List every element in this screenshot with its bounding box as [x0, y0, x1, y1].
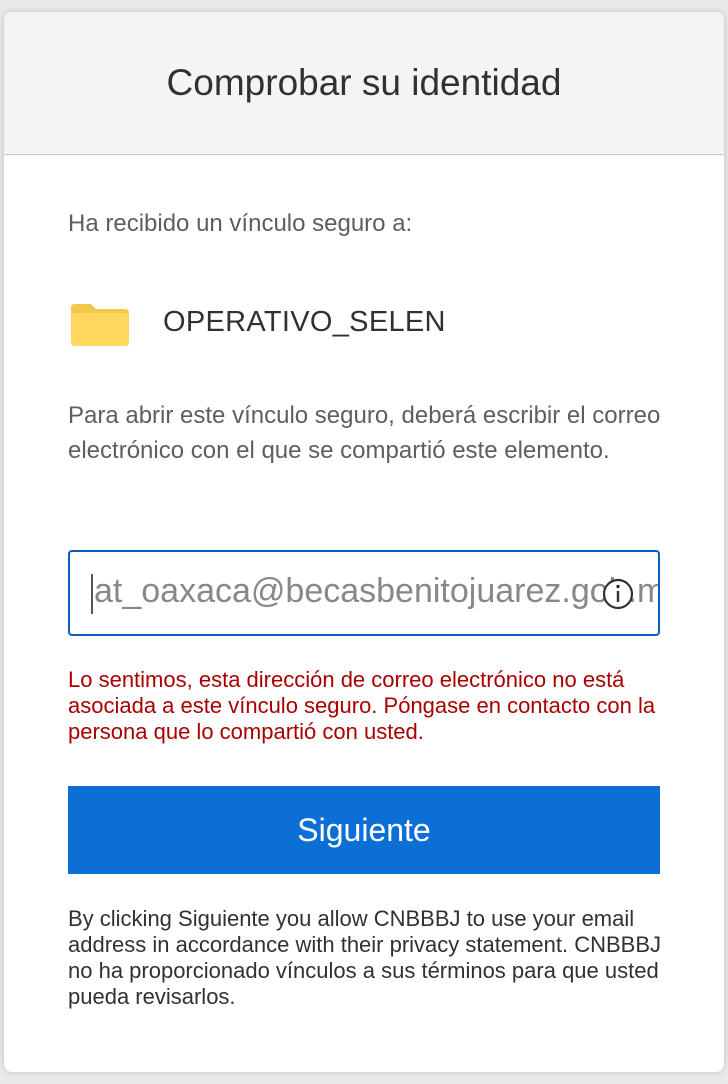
dialog-title: Comprobar su identidad	[166, 62, 562, 103]
email-field[interactable]: at_oaxaca@becasbenitojuarez.gob.mx	[68, 550, 660, 636]
instructions-text: Para abrir este vínculo seguro, deberá e…	[68, 402, 661, 464]
verify-identity-dialog: Comprobar su identidad Ha recibido un ví…	[4, 12, 724, 1072]
error-message: Lo sentimos, esta dirección de correo el…	[68, 667, 656, 744]
dialog-header: Comprobar su identidad	[4, 12, 724, 155]
next-button[interactable]: Siguiente	[68, 786, 660, 874]
privacy-statement-text: By clicking Siguiente you allow CNBBBJ t…	[68, 906, 662, 1009]
shared-item: OPERATIVO_SELEN	[68, 300, 668, 350]
email-value[interactable]: at_oaxaca@becasbenitojuarez.gob.mx	[94, 572, 658, 611]
folder-icon	[71, 304, 129, 346]
intro-text: Ha recibido un vínculo seguro a:	[68, 210, 413, 237]
text-caret	[91, 574, 93, 614]
info-icon[interactable]	[602, 578, 634, 610]
shared-item-name: OPERATIVO_SELEN	[163, 306, 446, 338]
